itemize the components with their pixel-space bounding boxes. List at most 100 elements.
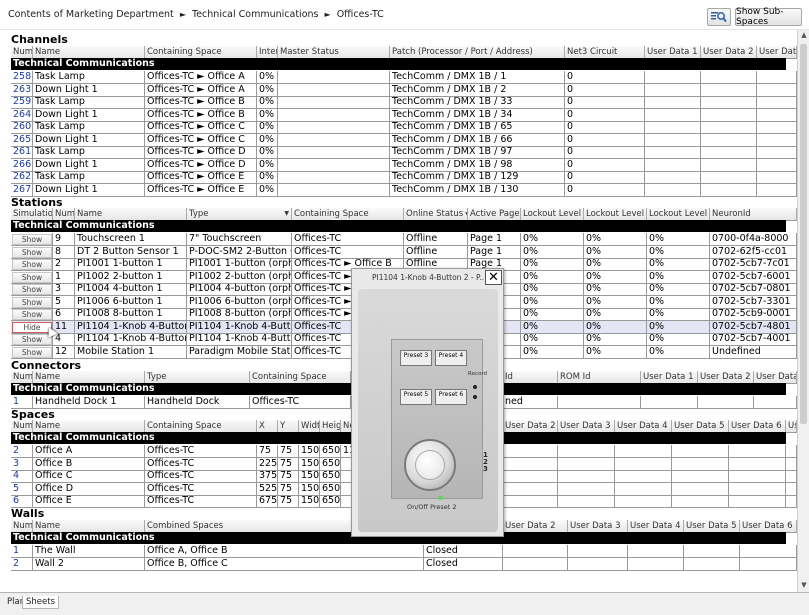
- cell-containing-space[interactable]: Offices-TC ► Office A: [145, 71, 257, 84]
- cell-user-data-2[interactable]: [503, 457, 558, 471]
- cell-num[interactable]: 5: [53, 295, 75, 309]
- cell-num[interactable]: 264: [11, 108, 33, 122]
- cell-net3-circuit[interactable]: 0: [565, 133, 645, 147]
- cell-num[interactable]: 258: [11, 71, 33, 84]
- simulation-toggle-button[interactable]: Show: [12, 346, 52, 358]
- cell-name[interactable]: Mobile Station 1: [75, 345, 187, 359]
- cell-height[interactable]: 650: [320, 482, 341, 496]
- cell-user-data-3[interactable]: [558, 457, 615, 471]
- cell-user-data-5[interactable]: [672, 495, 729, 508]
- cell-combined-spaces[interactable]: Office B, Office C: [145, 557, 424, 571]
- cell-name[interactable]: Down Light 1: [33, 183, 145, 197]
- cell-patch[interactable]: TechComm / DMX 1B / 33: [390, 96, 565, 109]
- cell-neuron-id[interactable]: Undefined: [710, 345, 797, 359]
- cell-user-data-2[interactable]: [701, 71, 757, 84]
- cell-containing-space[interactable]: Offices-TC: [145, 445, 257, 458]
- cell-state[interactable]: Closed: [424, 557, 503, 571]
- cell-type[interactable]: PI1006 6-button (orpha: [187, 295, 292, 309]
- cell-intensity[interactable]: 0%: [257, 71, 278, 84]
- cell-num[interactable]: 260: [11, 121, 33, 134]
- cell-user-data-2[interactable]: [503, 470, 558, 483]
- cell-containing-space[interactable]: Offices-TC ► Office C: [145, 133, 257, 147]
- cell-name[interactable]: PI1006 6-button 1: [75, 295, 187, 309]
- cell-master-status[interactable]: [278, 96, 390, 109]
- cell-user-data-2[interactable]: [503, 557, 568, 571]
- cell-user-data-2[interactable]: [701, 171, 757, 184]
- cell-width[interactable]: 150: [299, 457, 320, 471]
- cell-lockout-b[interactable]: 0%: [584, 270, 647, 284]
- cell-name[interactable]: PI1008 8-button 1: [75, 308, 187, 321]
- cell-num[interactable]: 261: [11, 146, 33, 159]
- cell-user-data-4[interactable]: [615, 470, 672, 483]
- cell-user-data-3[interactable]: [757, 71, 797, 84]
- cell-neuron-id[interactable]: 0702-5cb9-0001: [710, 308, 797, 321]
- cell-lockout-b[interactable]: 0%: [584, 345, 647, 359]
- cell-neuron-id[interactable]: 0702-5cb7-7c01: [710, 258, 797, 271]
- cell-net3-circuit[interactable]: 0: [565, 183, 645, 197]
- cell-online-status[interactable]: Offline: [404, 245, 468, 259]
- tab-sheets[interactable]: Sheets: [22, 596, 60, 609]
- cell-lockout-c[interactable]: 0%: [647, 283, 710, 296]
- cell-lockout-c[interactable]: 0%: [647, 320, 710, 334]
- cell-user-data-3[interactable]: [558, 470, 615, 483]
- cell-net3-circuit[interactable]: 0: [565, 83, 645, 97]
- cell-name[interactable]: Task Lamp: [33, 121, 145, 134]
- cell-user-data-6[interactable]: [740, 545, 797, 558]
- cell-height[interactable]: 650: [320, 457, 341, 471]
- cell-lockout-c[interactable]: 0%: [647, 333, 710, 346]
- cell-name[interactable]: Office B: [33, 457, 145, 471]
- cell-containing-space[interactable]: Offices-TC ► Office B: [145, 96, 257, 109]
- cell-type[interactable]: PI1004 4-button (orpha: [187, 283, 292, 296]
- cell-user-data-1[interactable]: [645, 146, 701, 159]
- cell-patch[interactable]: TechComm / DMX 1B / 130: [390, 183, 565, 197]
- cell-name[interactable]: Task Lamp: [33, 171, 145, 184]
- cell-lockout-a[interactable]: 0%: [521, 233, 584, 246]
- cell-patch[interactable]: TechComm / DMX 1B / 65: [390, 121, 565, 134]
- cell-x[interactable]: 75: [257, 445, 278, 458]
- cell-user-data-2[interactable]: [503, 482, 558, 496]
- cell-neuron-id[interactable]: 0702-5cb7-0801: [710, 283, 797, 296]
- cell-containing-space[interactable]: Offices-TC: [145, 470, 257, 483]
- cell-intensity[interactable]: 0%: [257, 158, 278, 172]
- cell-name[interactable]: Office D: [33, 482, 145, 496]
- cell-user-data-7[interactable]: [786, 495, 797, 508]
- cell-user-data-6[interactable]: [729, 482, 786, 496]
- cell-width[interactable]: 150: [299, 470, 320, 483]
- preset-6-button[interactable]: Preset 6: [435, 389, 467, 405]
- cell-num[interactable]: 4: [53, 333, 75, 346]
- simulation-toggle-button[interactable]: Show: [12, 246, 52, 258]
- cell-intensity[interactable]: 0%: [257, 171, 278, 184]
- cell-master-status[interactable]: [278, 158, 390, 172]
- cell-name[interactable]: PI1002 2-button 1: [75, 270, 187, 284]
- cell-user-data-2[interactable]: [503, 445, 558, 458]
- cell-master-status[interactable]: [278, 183, 390, 197]
- cell-master-status[interactable]: [278, 108, 390, 122]
- cell-user-data-3[interactable]: [757, 83, 797, 97]
- cell-containing-space[interactable]: Offices-TC ► Office D: [145, 158, 257, 172]
- cell-name[interactable]: Down Light 1: [33, 83, 145, 97]
- cell-height[interactable]: 650: [320, 495, 341, 508]
- col-user-data-7[interactable]: User Da: [786, 420, 797, 433]
- cell-user-data-3[interactable]: [568, 557, 628, 571]
- cell-user-data-5[interactable]: [672, 457, 729, 471]
- find-button[interactable]: [707, 8, 731, 26]
- cell-x[interactable]: 225: [257, 457, 278, 471]
- cell-lockout-c[interactable]: 0%: [647, 345, 710, 359]
- cell-intensity[interactable]: 0%: [257, 146, 278, 159]
- cell-user-data-2[interactable]: [701, 96, 757, 109]
- cell-containing-space[interactable]: Offices-TC: [145, 482, 257, 496]
- cell-num[interactable]: 9: [53, 233, 75, 246]
- cell-user-data-1[interactable]: [645, 96, 701, 109]
- cell-lockout-a[interactable]: 0%: [521, 245, 584, 259]
- cell-user-data-6[interactable]: [740, 557, 797, 571]
- cell-name[interactable]: The Wall: [33, 545, 145, 558]
- cell-height[interactable]: 650: [320, 445, 341, 458]
- cell-neuron-id[interactable]: 0702-5cb7-4001: [710, 333, 797, 346]
- cell-lockout-c[interactable]: 0%: [647, 295, 710, 309]
- cell-lockout-b[interactable]: 0%: [584, 258, 647, 271]
- cell-net3-circuit[interactable]: 0: [565, 158, 645, 172]
- cell-id[interactable]: ned: [503, 396, 558, 409]
- cell-master-status[interactable]: [278, 171, 390, 184]
- cell-intensity[interactable]: 0%: [257, 183, 278, 197]
- cell-containing-space[interactable]: Offices-TC ► Office C: [145, 121, 257, 134]
